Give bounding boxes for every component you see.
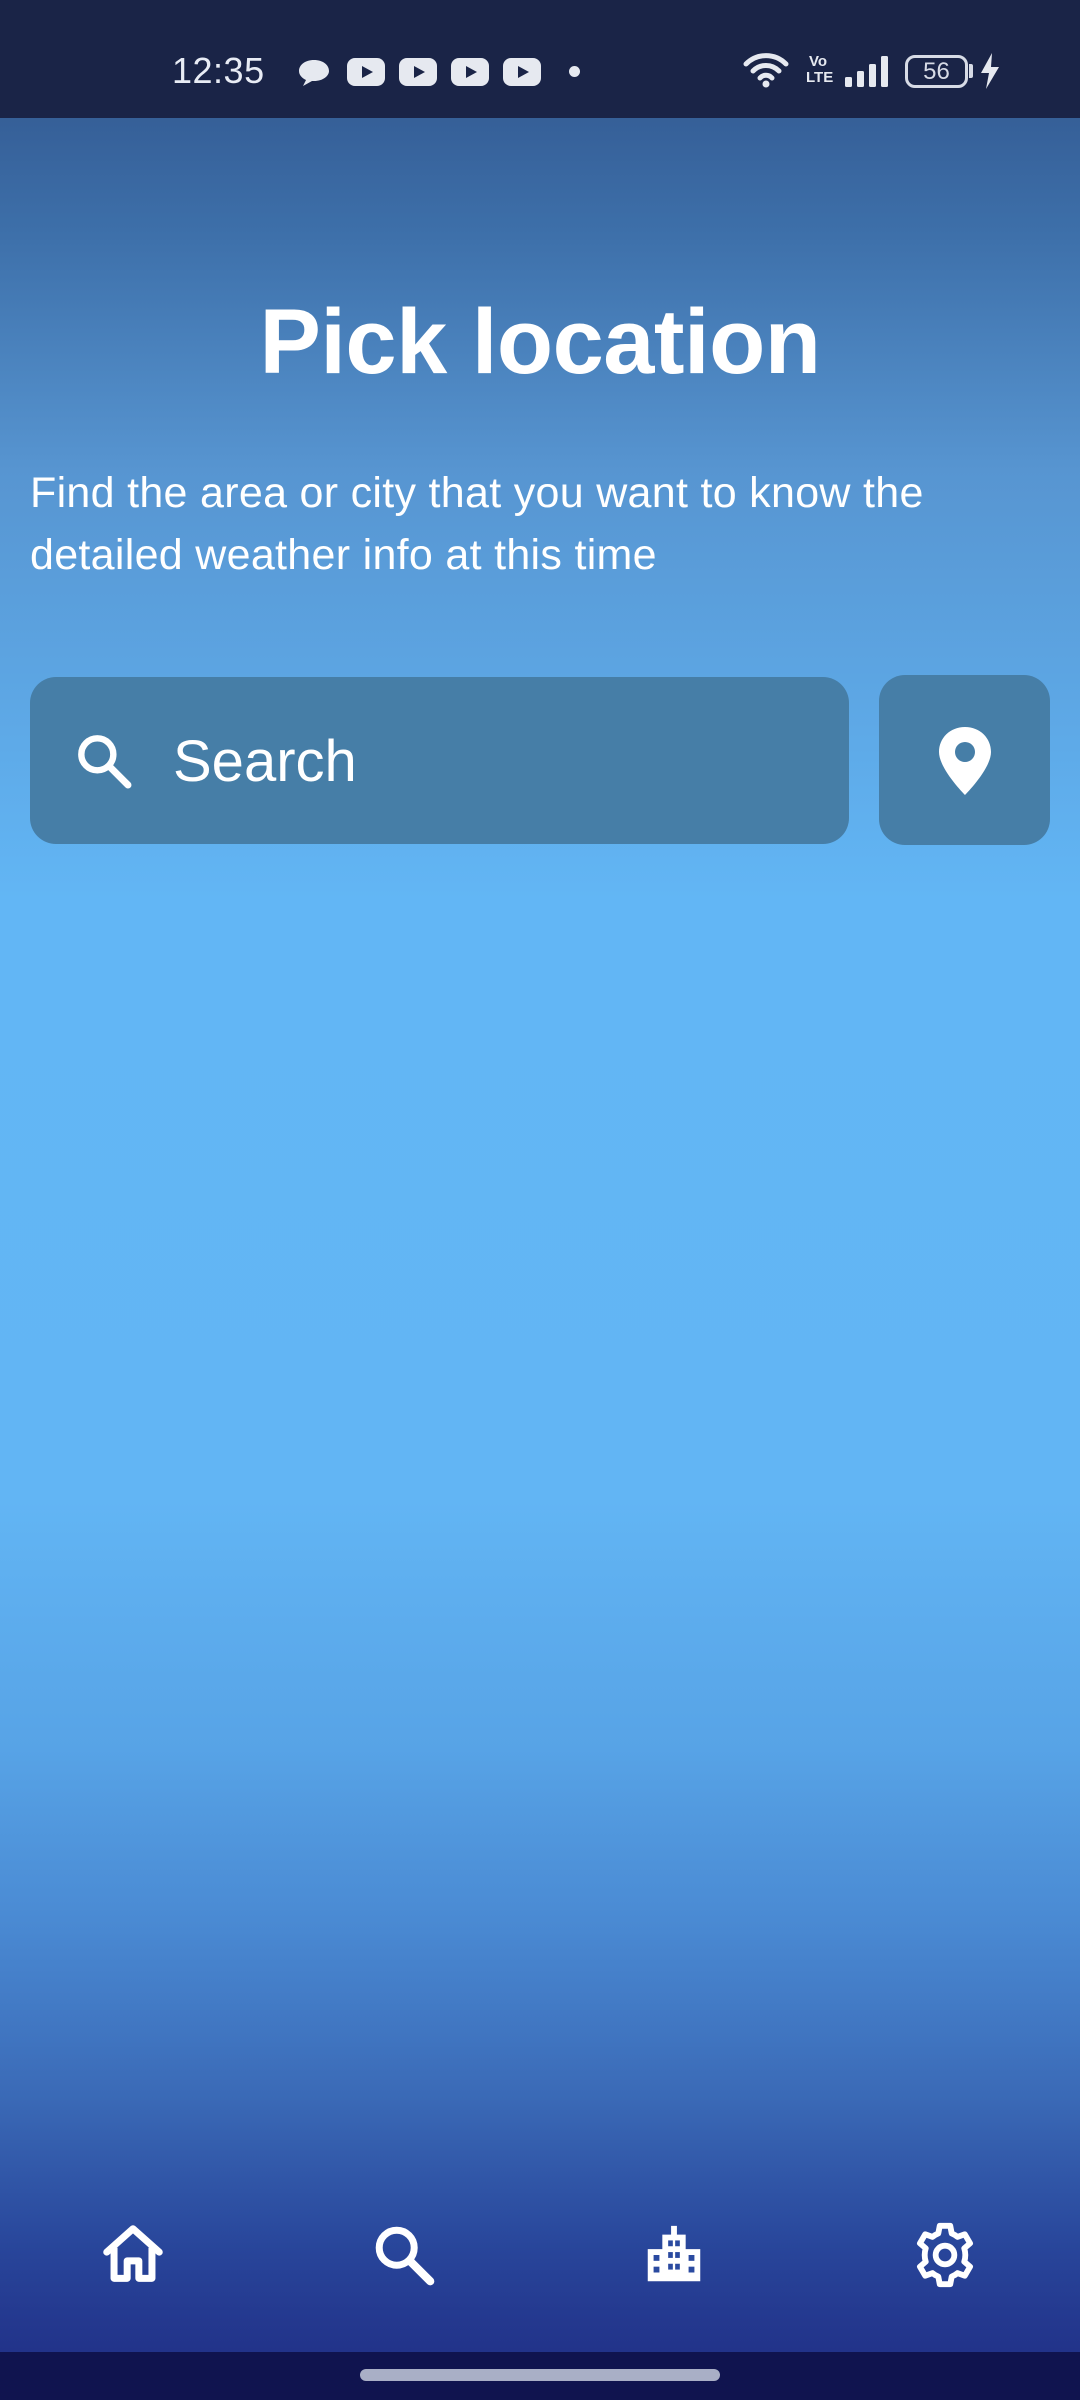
youtube-icon xyxy=(503,58,541,86)
search-icon xyxy=(375,2226,435,2286)
battery-icon: 56 xyxy=(905,55,968,88)
more-dot-icon xyxy=(569,66,580,77)
pick-location-screen: 12:35 Vo LTE 56 Pick location Find the a… xyxy=(0,0,1080,2400)
status-bar: 12:35 Vo LTE 56 xyxy=(0,0,1080,118)
settings-icon xyxy=(917,2222,973,2288)
search-icon xyxy=(78,735,132,789)
status-time: 12:35 xyxy=(172,50,265,91)
city-icon xyxy=(647,2225,701,2282)
page-subtitle: Find the area or city that you want to k… xyxy=(30,469,924,579)
battery-tip xyxy=(969,64,973,78)
youtube-icon xyxy=(451,58,489,86)
nav-cities[interactable] xyxy=(639,2220,709,2290)
home-icon xyxy=(103,2225,163,2282)
youtube-icon xyxy=(347,58,385,86)
page-title: Pick location xyxy=(259,291,822,393)
youtube-icon xyxy=(399,58,437,86)
home-gesture-bar[interactable] xyxy=(360,2369,720,2381)
signal-icon xyxy=(845,56,888,87)
search-field[interactable] xyxy=(30,677,849,844)
location-pin-icon xyxy=(939,727,991,795)
search-input[interactable] xyxy=(173,717,813,805)
nav-home[interactable] xyxy=(98,2220,168,2290)
nav-search[interactable] xyxy=(369,2220,439,2290)
current-location-button[interactable] xyxy=(879,675,1050,845)
volte-icon: Vo LTE xyxy=(806,53,834,86)
wifi-icon xyxy=(743,53,789,88)
chat-bubble-icon xyxy=(299,60,329,86)
charging-icon xyxy=(981,53,999,89)
nav-settings[interactable] xyxy=(910,2220,980,2290)
